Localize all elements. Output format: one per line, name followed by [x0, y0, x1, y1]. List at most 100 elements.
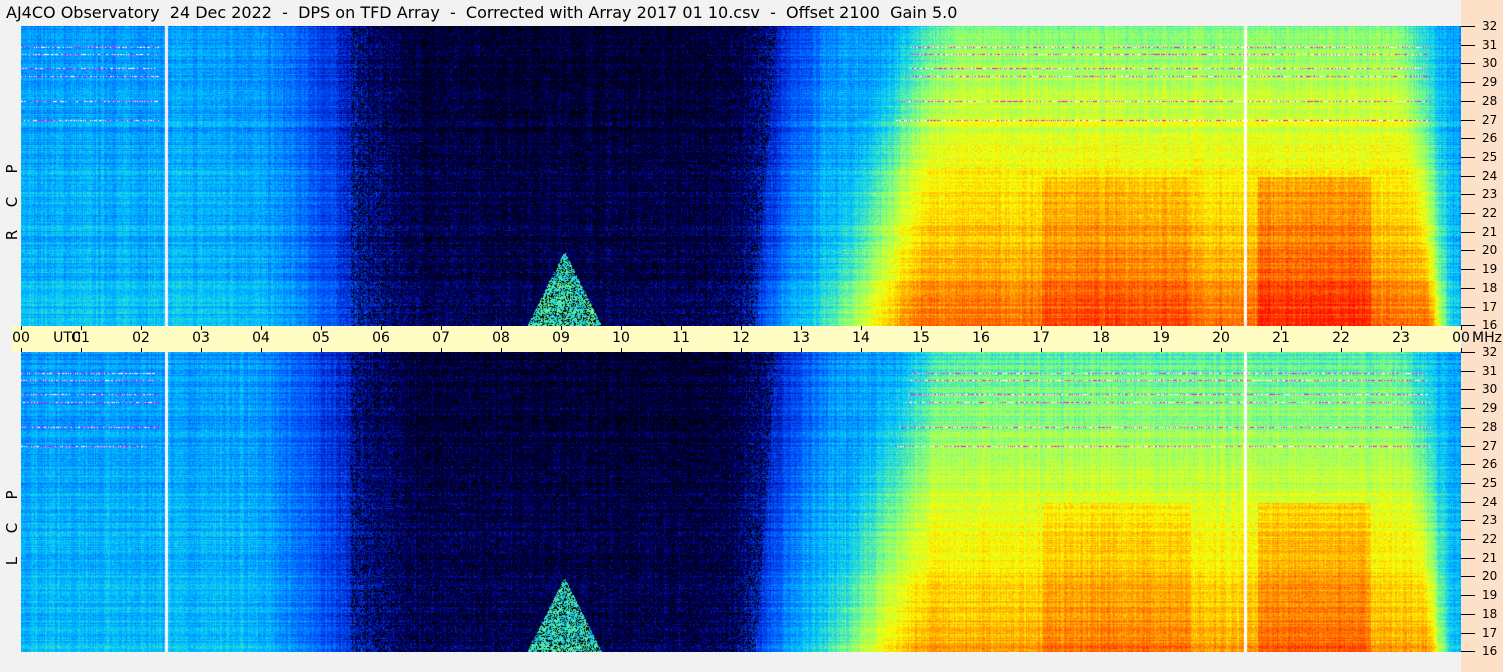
x-tick-label: 04 [252, 330, 270, 346]
y-tick [1461, 501, 1475, 503]
time-axis: 00 UTC 01 02 03 04 05 06 07 08 09 10 11 12 13 14 15 16 17 1… [12, 326, 1470, 352]
x-tick [921, 326, 922, 330]
x-tick [1161, 326, 1162, 330]
x-tick [21, 348, 22, 352]
x-tick [681, 326, 682, 330]
x-tick-label: 02 [132, 330, 150, 346]
x-tick [501, 348, 502, 352]
polarization-label: C [3, 522, 21, 534]
y-tick [1461, 520, 1475, 522]
y-tick-label: 23 [1482, 513, 1498, 528]
y-tick-label: 16 [1482, 318, 1498, 333]
x-tick [801, 348, 802, 352]
polarization-label: P [3, 164, 21, 174]
y-tick-label: 22 [1482, 206, 1498, 220]
x-tick-label: 13 [792, 330, 810, 346]
x-tick [1401, 326, 1402, 330]
y-tick [1461, 482, 1475, 484]
x-tick-label: 08 [492, 330, 510, 346]
x-tick [561, 348, 562, 352]
y-tick [1461, 138, 1475, 140]
x-tick [321, 326, 322, 330]
x-tick-label: 22 [1332, 330, 1350, 346]
x-tick [141, 348, 142, 352]
x-tick [1221, 326, 1222, 330]
y-tick-label: 17 [1482, 299, 1498, 314]
polarization-label: C [3, 196, 21, 208]
y-tick-label: 20 [1482, 569, 1498, 584]
x-tick-label: 11 [672, 330, 690, 346]
x-tick-label: 12 [732, 330, 750, 346]
y-tick-label: 20 [1482, 243, 1498, 258]
y-tick [1461, 557, 1475, 559]
y-tick [1461, 306, 1475, 308]
x-tick [201, 348, 202, 352]
x-tick [441, 348, 442, 352]
x-tick [1221, 348, 1222, 352]
x-tick [561, 326, 562, 330]
x-tick [861, 326, 862, 330]
y-tick [1461, 287, 1475, 289]
x-tick-label: 03 [192, 330, 210, 346]
y-tick-label: 24 [1482, 168, 1498, 183]
y-tick [1461, 250, 1475, 252]
y-tick-label: 19 [1482, 262, 1498, 277]
x-tick [801, 326, 802, 330]
x-tick [1101, 326, 1102, 330]
x-tick-label: 20 [1212, 330, 1230, 346]
x-tick-label: 23 [1392, 330, 1410, 346]
x-tick [1401, 348, 1402, 352]
x-tick [501, 326, 502, 330]
y-tick [1461, 44, 1475, 46]
y-tick-label: 26 [1482, 457, 1498, 472]
x-tick [861, 348, 862, 352]
x-tick-label: 15 [912, 330, 930, 346]
y-tick [1461, 119, 1475, 121]
x-tick [1041, 348, 1042, 352]
y-tick-label: 21 [1482, 550, 1498, 565]
x-tick [1281, 348, 1282, 352]
x-tick [1341, 326, 1342, 330]
x-tick-label: 01 [72, 330, 90, 346]
y-tick [1461, 576, 1475, 578]
y-tick-label: 27 [1482, 438, 1498, 453]
y-tick-label: 21 [1482, 224, 1498, 239]
x-tick-label: 00 [1452, 330, 1470, 346]
x-tick-label: 21 [1272, 330, 1290, 346]
x-tick [981, 348, 982, 352]
x-tick-label: 19 [1152, 330, 1170, 346]
y-tick-label: 27 [1482, 112, 1498, 127]
y-tick [1461, 613, 1475, 615]
y-tick [1461, 82, 1475, 84]
y-tick [1461, 445, 1475, 447]
y-tick [1461, 194, 1475, 196]
x-tick-label: 09 [552, 330, 570, 346]
x-tick [681, 348, 682, 352]
x-tick [201, 326, 202, 330]
y-tick [1461, 352, 1475, 353]
y-tick-label: 30 [1482, 56, 1498, 71]
y-tick [1461, 426, 1475, 428]
x-tick [1161, 348, 1162, 352]
y-tick-label: 29 [1482, 401, 1498, 416]
x-tick [381, 326, 382, 330]
y-tick-label: 31 [1482, 363, 1498, 378]
y-tick [1461, 213, 1475, 214]
x-tick [621, 326, 622, 330]
x-tick-label: 14 [852, 330, 870, 346]
y-tick-label: 30 [1482, 382, 1498, 397]
y-tick [1461, 389, 1475, 391]
x-tick-label: 07 [432, 330, 450, 346]
x-tick [1341, 348, 1342, 352]
polarization-label: P [3, 490, 21, 500]
y-tick [1461, 100, 1475, 102]
y-tick-label: 16 [1482, 644, 1498, 659]
rcp-heatmap-canvas [21, 26, 1461, 326]
y-tick [1461, 651, 1475, 653]
x-tick [441, 326, 442, 330]
y-tick-label: 19 [1482, 588, 1498, 603]
x-tick [261, 326, 262, 330]
y-tick [1461, 370, 1475, 372]
x-tick [921, 348, 922, 352]
y-tick [1461, 325, 1475, 327]
